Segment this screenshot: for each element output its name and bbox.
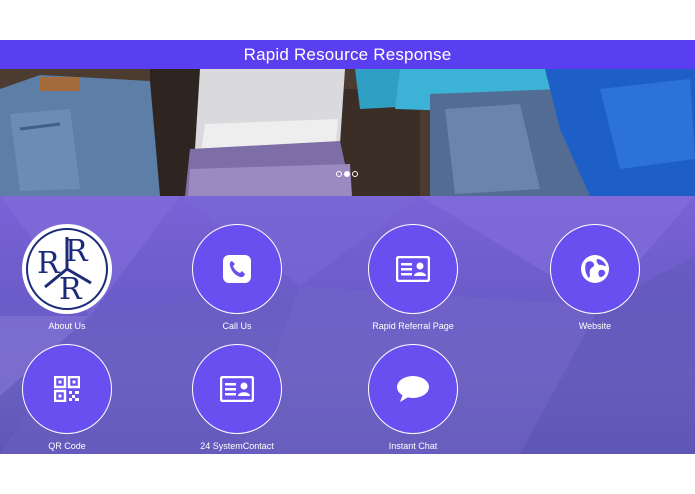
app-title: Rapid Resource Response [243,44,452,64]
qr-code-button[interactable] [22,344,112,434]
rapid-referral-button[interactable] [368,224,458,314]
tile-label: QR Code [48,441,86,451]
website-button[interactable] [550,224,640,314]
call-us-button[interactable] [192,224,282,314]
chat-bubble-icon [397,376,429,402]
globe-icon [581,255,609,283]
contact-card-icon [220,376,254,402]
app-header: Rapid Resource Response [0,40,695,69]
contact-card-icon [396,256,430,282]
svg-text:R: R [65,234,89,269]
tile-website[interactable]: Website [520,224,670,332]
rrr-logo-icon: R R R [26,228,108,310]
carousel-dot-active[interactable] [344,171,350,177]
tile-24-system-contact[interactable]: 24 SystemContact [162,344,312,452]
instant-chat-button[interactable] [368,344,458,434]
phone-icon [223,255,251,283]
carousel-dot[interactable] [352,171,358,177]
system-contact-button[interactable] [192,344,282,434]
tile-label: Rapid Referral Page [372,321,454,331]
top-spacer [0,0,695,40]
tile-instant-chat[interactable]: Instant Chat [338,344,488,452]
tile-label: Instant Chat [388,441,438,451]
about-us-button[interactable]: R R R [22,224,112,314]
tile-about-us[interactable]: R R R About Us [0,224,142,332]
carousel-indicators [336,171,358,177]
tile-call-us[interactable]: Call Us [162,224,312,332]
carousel-dot[interactable] [336,171,342,177]
tile-label: About Us [48,321,86,331]
tile-qr-code[interactable]: QR Code [0,344,142,452]
bottom-spacer [0,454,695,494]
tile-label: 24 SystemContact [200,441,274,451]
menu-panel: R R R About Us Call Us Rapid Referral Pa… [0,196,695,454]
qr-code-icon [54,376,80,402]
tile-rapid-referral[interactable]: Rapid Referral Page [338,224,488,332]
tile-label: Call Us [222,321,252,331]
tile-label: Website [578,321,612,331]
